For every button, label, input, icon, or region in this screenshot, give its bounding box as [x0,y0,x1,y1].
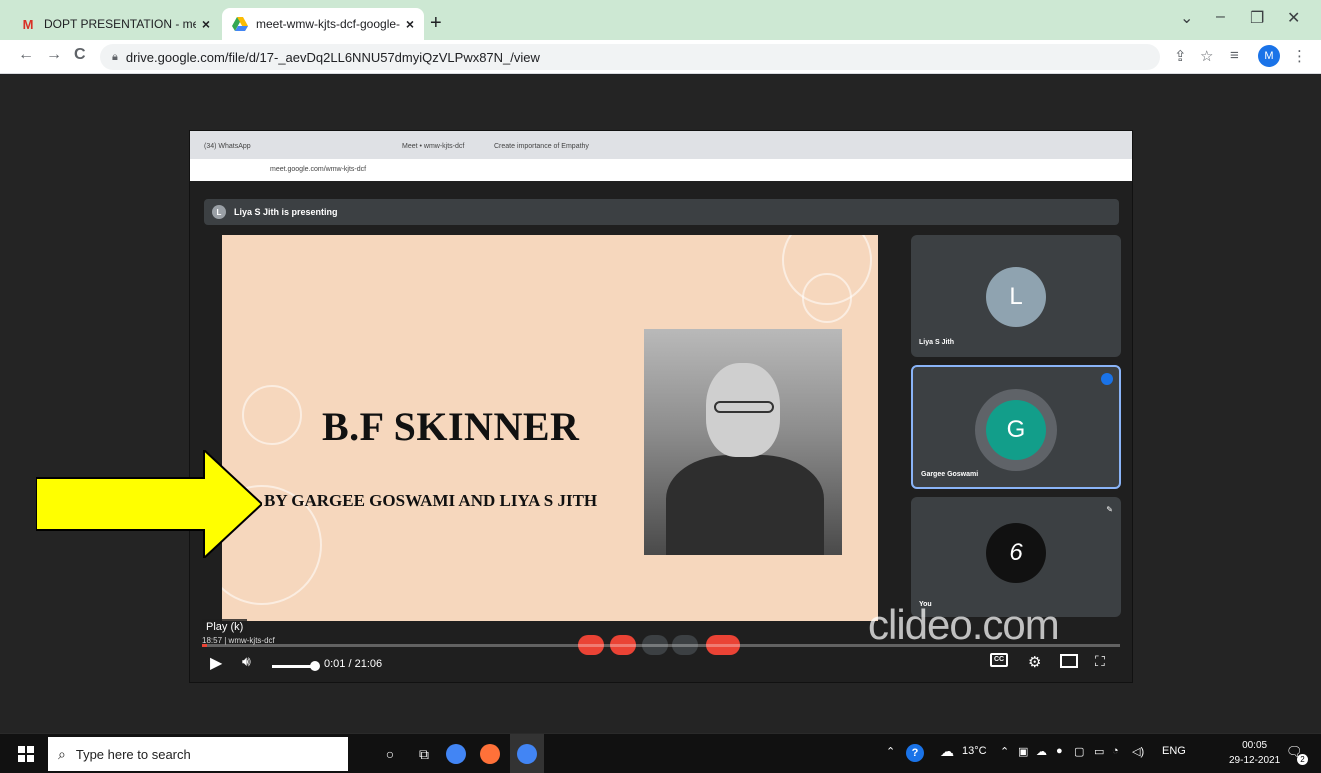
taskbar-search-input[interactable]: ⌕ Type here to search [48,737,348,771]
time-display: 0:01 / 21:06 [324,658,383,670]
participant-name: Gargee Goswami [921,471,979,478]
fullscreen-icon[interactable]: ⛶ [1095,653,1105,670]
presenting-banner: L Liya S Jith is presenting [204,199,1119,225]
participant-tile: ✎ 6 You [911,497,1121,617]
weather-temperature[interactable]: 13°C [962,745,987,757]
share-icon[interactable]: ⇪ [1174,47,1187,65]
scroll-chevron-icon[interactable]: ⌃ [886,745,895,758]
participant-avatar: L [986,267,1046,327]
screen-icon[interactable]: ▢ [1074,745,1084,758]
miniplayer-icon[interactable] [1060,654,1078,668]
yellow-arrow-annotation [36,450,262,558]
notification-count-badge: 2 [1297,754,1308,765]
play-tooltip: Play (k) [202,619,248,635]
clock-date: 29-12-2021 [1229,755,1281,766]
portrait-glasses [714,401,774,413]
lock-icon: 🔒︎ [112,50,118,63]
search-placeholder: Type here to search [75,746,191,762]
onedrive-icon[interactable]: ☁ [1036,745,1047,758]
settings-gear-icon[interactable]: ⚙ [1028,653,1041,671]
google-drive-icon [232,16,248,32]
search-icon: ⌕ [58,745,66,762]
weather-icon: ☁ [940,743,954,759]
tab-close-icon[interactable]: × [202,16,210,32]
decorative-flower [802,273,852,323]
chrome-app-icon[interactable] [446,744,466,764]
chrome-profile-app-icon[interactable] [510,734,544,773]
tab-title: DOPT PRESENTATION - meghadi [44,17,196,31]
volume-slider-handle[interactable] [310,661,320,671]
decorative-flower [242,385,302,445]
show-hidden-icons-chevron-icon[interactable]: ⌃ [1000,745,1009,758]
browser-toolbar: ← → C 🔒︎ drive.google.com/file/d/17-_aev… [0,40,1321,74]
presenting-text: Liya S Jith is presenting [234,207,338,217]
inner-tab-whatsapp: (34) WhatsApp [204,143,251,150]
progress-fill [202,644,207,647]
wifi-icon[interactable]: ◔ [1112,745,1119,757]
input-language[interactable]: ENG [1162,745,1186,757]
participant-name: Liya S Jith [919,339,955,346]
firefox-app-icon[interactable] [480,744,500,764]
close-window-icon[interactable]: ✕ [1287,8,1300,28]
presenter-avatar: L [212,205,226,219]
participant-tile: L Liya S Jith [911,235,1121,357]
inner-tab-empathy: Create importance of Empathy [494,143,589,150]
tab-search-chevron-icon[interactable]: ⌄ [1180,8,1193,28]
mic-off-icon: ✎ [1106,505,1113,514]
video-player[interactable]: (34) WhatsApp Meet • wmw-kjts-dcf Create… [189,130,1133,683]
browser-tab-strip: M DOPT PRESENTATION - meghadi × meet-wmw… [0,0,1321,40]
tab-title: meet-wmw-kjts-dcf-google-chro [256,17,400,31]
inner-url-text: meet.google.com/wmw-kjts-dcf [270,166,367,173]
cortana-icon[interactable]: ○ [378,742,402,766]
help-icon[interactable]: ? [906,744,924,762]
url-text: drive.google.com/file/d/17-_aevDq2LL6NNU… [125,49,540,65]
inner-address-bar: meet.google.com/wmw-kjts-dcf [190,159,1132,181]
presentation-slide: B.F SKINNER BY GARGEE GOSWAMI AND LIYA S… [222,235,878,621]
tab-drive[interactable]: meet-wmw-kjts-dcf-google-chro × [222,8,424,40]
slide-title: B.F SKINNER [322,404,580,449]
back-arrow-icon[interactable]: ← [18,46,34,64]
portrait-body [666,455,824,555]
forward-arrow-icon[interactable]: → [46,46,62,64]
captions-icon[interactable]: CC [990,653,1008,667]
reading-list-icon[interactable]: ≡ [1230,47,1239,64]
tab-close-icon[interactable]: × [406,16,414,32]
participant-tile-active-speaker: G Gargee Goswami [911,365,1121,489]
tray-app-icon[interactable]: ▣ [1018,745,1028,758]
menu-kebab-icon[interactable]: ⋮ [1292,47,1307,65]
chrome-logo-icon [517,744,537,764]
new-tab-button[interactable]: + [430,12,442,35]
slide-subtitle: BY GARGEE GOSWAMI AND LIYA S JITH [264,491,598,510]
skinner-portrait-photo [644,329,842,555]
inner-tab-meet: Meet • wmw-kjts-dcf [402,143,465,150]
volume-icon[interactable]: 🔊︎ [242,653,251,670]
minimize-icon[interactable]: – [1216,8,1225,26]
microphone-icon[interactable]: ● [1056,745,1063,757]
task-view-icon[interactable]: ⧉ [412,742,436,766]
battery-icon[interactable]: ▭ [1094,745,1104,758]
clock-time: 00:05 [1242,740,1268,751]
clideo-watermark: clideo.com [868,601,1060,648]
play-icon[interactable]: ▶ [210,653,222,673]
participant-avatar: 6 [986,523,1046,583]
bookmark-star-icon[interactable]: ☆ [1200,47,1213,65]
address-bar[interactable]: 🔒︎ drive.google.com/file/d/17-_aevDq2LL6… [100,44,1160,70]
inner-browser-tabs: (34) WhatsApp Meet • wmw-kjts-dcf Create… [190,131,1132,159]
gmail-icon: M [22,16,34,32]
windows-taskbar: ⌕ Type here to search ○ ⧉ ⌃ ? ☁ 13°C ⌃ ▣… [0,733,1321,773]
system-clock[interactable]: 00:05 29-12-2021 [1229,738,1280,768]
profile-avatar[interactable]: M [1258,45,1280,67]
participant-avatar: G [986,400,1046,460]
tab-gmail[interactable]: M DOPT PRESENTATION - meghadi × [10,8,220,40]
speaking-indicator-icon [1101,373,1113,385]
windows-start-icon[interactable] [18,746,34,762]
restore-icon[interactable]: ❐ [1250,8,1264,28]
reload-icon[interactable]: C [74,46,86,64]
speaker-icon[interactable]: ◁) [1132,745,1144,758]
volume-slider[interactable] [272,665,314,668]
video-progress-bar[interactable] [202,644,1120,647]
